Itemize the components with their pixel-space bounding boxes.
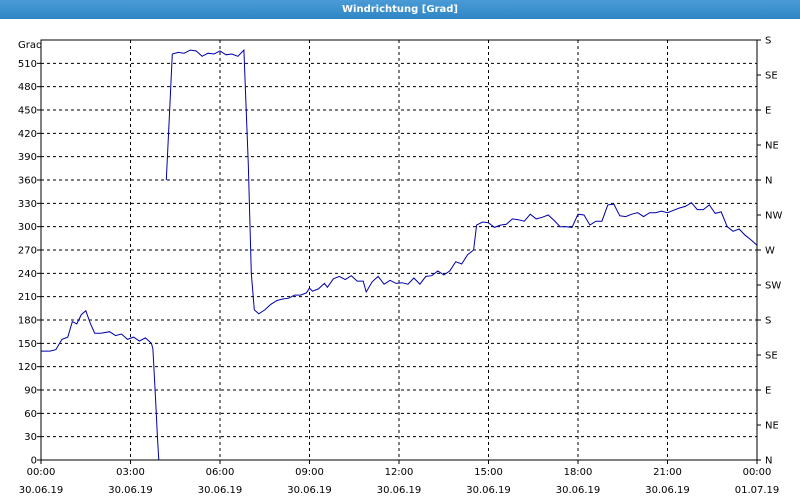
x-tick-date: 01.07.19: [735, 485, 780, 496]
x-tick-date: 30.06.19: [466, 485, 511, 496]
x-tick-date: 30.06.19: [198, 485, 243, 496]
y2-tick-label: SW: [765, 281, 781, 292]
y2-tick-label: N: [765, 456, 772, 467]
x-tick-time: 00:00: [27, 467, 56, 478]
x-tick-date: 30.06.19: [108, 485, 153, 496]
x-tick-time: 18:00: [564, 467, 593, 478]
wind-direction-chart: Grad 0 30 60 90 120 150 180 210 240 270 300 330 360 3…: [18, 36, 783, 497]
window-title: Windrichtung [Grad]: [0, 0, 800, 19]
y-tick-label: 240: [18, 269, 37, 280]
plot-lines: [41, 48, 758, 461]
y-tick-label: 480: [18, 82, 37, 93]
series-line: [165, 48, 758, 315]
y-tick-label: 180: [18, 316, 37, 327]
x-tick-time: 06:00: [206, 467, 235, 478]
x-tick-time: 09:00: [295, 467, 324, 478]
y-tick-label: 300: [18, 222, 37, 233]
y2-tick-label: E: [765, 386, 771, 397]
y-tick-label: 360: [18, 176, 37, 187]
y2-tick-label: NW: [765, 211, 782, 222]
y-tick-label: 390: [18, 152, 37, 163]
y-tick-label: 30: [24, 432, 37, 443]
x-tick-date: 30.06.19: [287, 485, 332, 496]
y2-tick-label: NE: [765, 141, 779, 152]
x-tick-time: 12:00: [385, 467, 414, 478]
y-tick-label: 420: [18, 129, 37, 140]
y-tick-label: 60: [24, 409, 37, 420]
y-tick-label: 90: [24, 386, 37, 397]
x-axis-ticks: 00:00 30.06.19 03:00 30.06.19 06:00 30.06.19 0…: [19, 460, 780, 496]
y-tick-label: 0: [31, 456, 37, 467]
y-tick-label: 450: [18, 106, 37, 117]
x-tick-date: 30.06.19: [556, 485, 601, 496]
series-line: [41, 309, 160, 461]
x-tick-date: 30.06.19: [19, 485, 64, 496]
y-tick-label: 270: [18, 246, 37, 257]
y2-tick-label: SE: [765, 351, 778, 362]
y2-axis-ticks: N NE E SE S SW W NW N NE E SE S: [757, 36, 782, 467]
x-tick-date: 30.06.19: [645, 485, 690, 496]
y-axis-label: Grad: [18, 40, 42, 51]
x-tick-time: 15:00: [474, 467, 503, 478]
grid-lines: [41, 40, 757, 460]
y-tick-label: 510: [18, 59, 37, 70]
y-tick-label: 330: [18, 199, 37, 210]
y2-tick-label: NE: [765, 421, 779, 432]
y-axis-ticks: 0 30 60 90 120 150 180 210 240 270 300 330 360 390 420…: [18, 59, 41, 467]
y-tick-label: 150: [18, 339, 37, 350]
y2-tick-label: N: [765, 176, 772, 187]
x-tick-date: 30.06.19: [377, 485, 422, 496]
y2-tick-label: SE: [765, 71, 778, 82]
y-tick-label: 210: [18, 292, 37, 303]
y2-tick-label: E: [765, 106, 771, 117]
y2-tick-label: S: [765, 36, 771, 47]
y-tick-label: 120: [18, 362, 37, 373]
x-tick-time: 00:00: [743, 467, 772, 478]
y2-tick-label: W: [765, 246, 775, 257]
y2-tick-label: S: [765, 316, 771, 327]
x-tick-time: 03:00: [116, 467, 145, 478]
x-tick-time: 21:00: [653, 467, 682, 478]
